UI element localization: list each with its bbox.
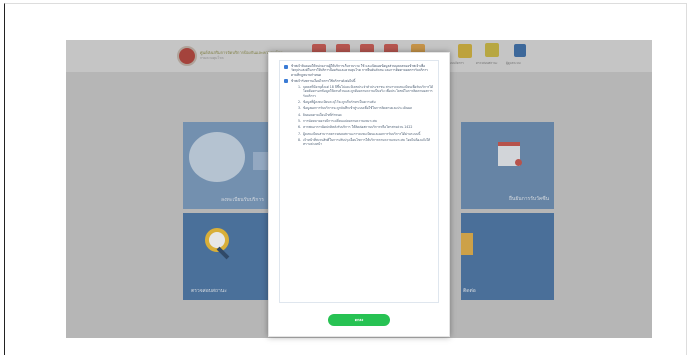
accept-button[interactable]: ตกลง: [328, 314, 390, 326]
consent-section-2-text: ข้าพเจ้ารับทราบเงื่อนไขการใช้บริการดังต่…: [291, 78, 356, 83]
consent-scroll-area[interactable]: ข้าพเจ้ายินยอมให้หน่วยงานผู้ให้บริการเก็…: [279, 60, 439, 303]
section-bullet-icon: [284, 79, 288, 84]
list-item: 4. ยินยอมตามเงื่อนไขที่กำหนด: [298, 112, 342, 117]
section-bullet-icon: [284, 64, 288, 69]
list-item: 3. ข้อมูลผลการรับบริการจะถูกบันทึกเข้าสู่…: [298, 106, 412, 111]
list-item: 6. หากพบอาการผิดปกติหลังรับบริการ ให้ติดต…: [298, 125, 413, 130]
condition-list: 1. บุคคลที่มีอายุตั้งแต่ 18 ปีขึ้นไปและมี…: [298, 85, 434, 146]
consent-section-1-text: ข้าพเจ้ายินยอมให้หน่วยงานผู้ให้บริการเก็…: [291, 64, 428, 77]
consent-section-1: ข้าพเจ้ายินยอมให้หน่วยงานผู้ให้บริการเก็…: [284, 64, 434, 77]
list-item: 5. การนัดหมายอาจมีการเปลี่ยนแปลงตามความเห…: [298, 118, 377, 123]
list-item: 2. ข้อมูลที่ผู้ลงทะเบียนระบุไว้จะถูกเก็บร…: [298, 100, 376, 105]
list-item: 7. ผู้ลงทะเบียนสามารถตรวจสอบสถานะการลงทะเ…: [298, 131, 421, 136]
consent-dialog: ข้าพเจ้ายินยอมให้หน่วยงานผู้ให้บริการเก็…: [268, 52, 450, 337]
list-item: 8. เจ้าหน้าที่สงวนสิทธิ์ในการปรับปรุงเงื่…: [298, 137, 431, 147]
list-item: 1. บุคคลที่มีอายุตั้งแต่ 18 ปีขึ้นไปและมี…: [298, 85, 434, 98]
consent-section-2: ข้าพเจ้ารับทราบเงื่อนไขการใช้บริการดังต่…: [284, 78, 434, 84]
